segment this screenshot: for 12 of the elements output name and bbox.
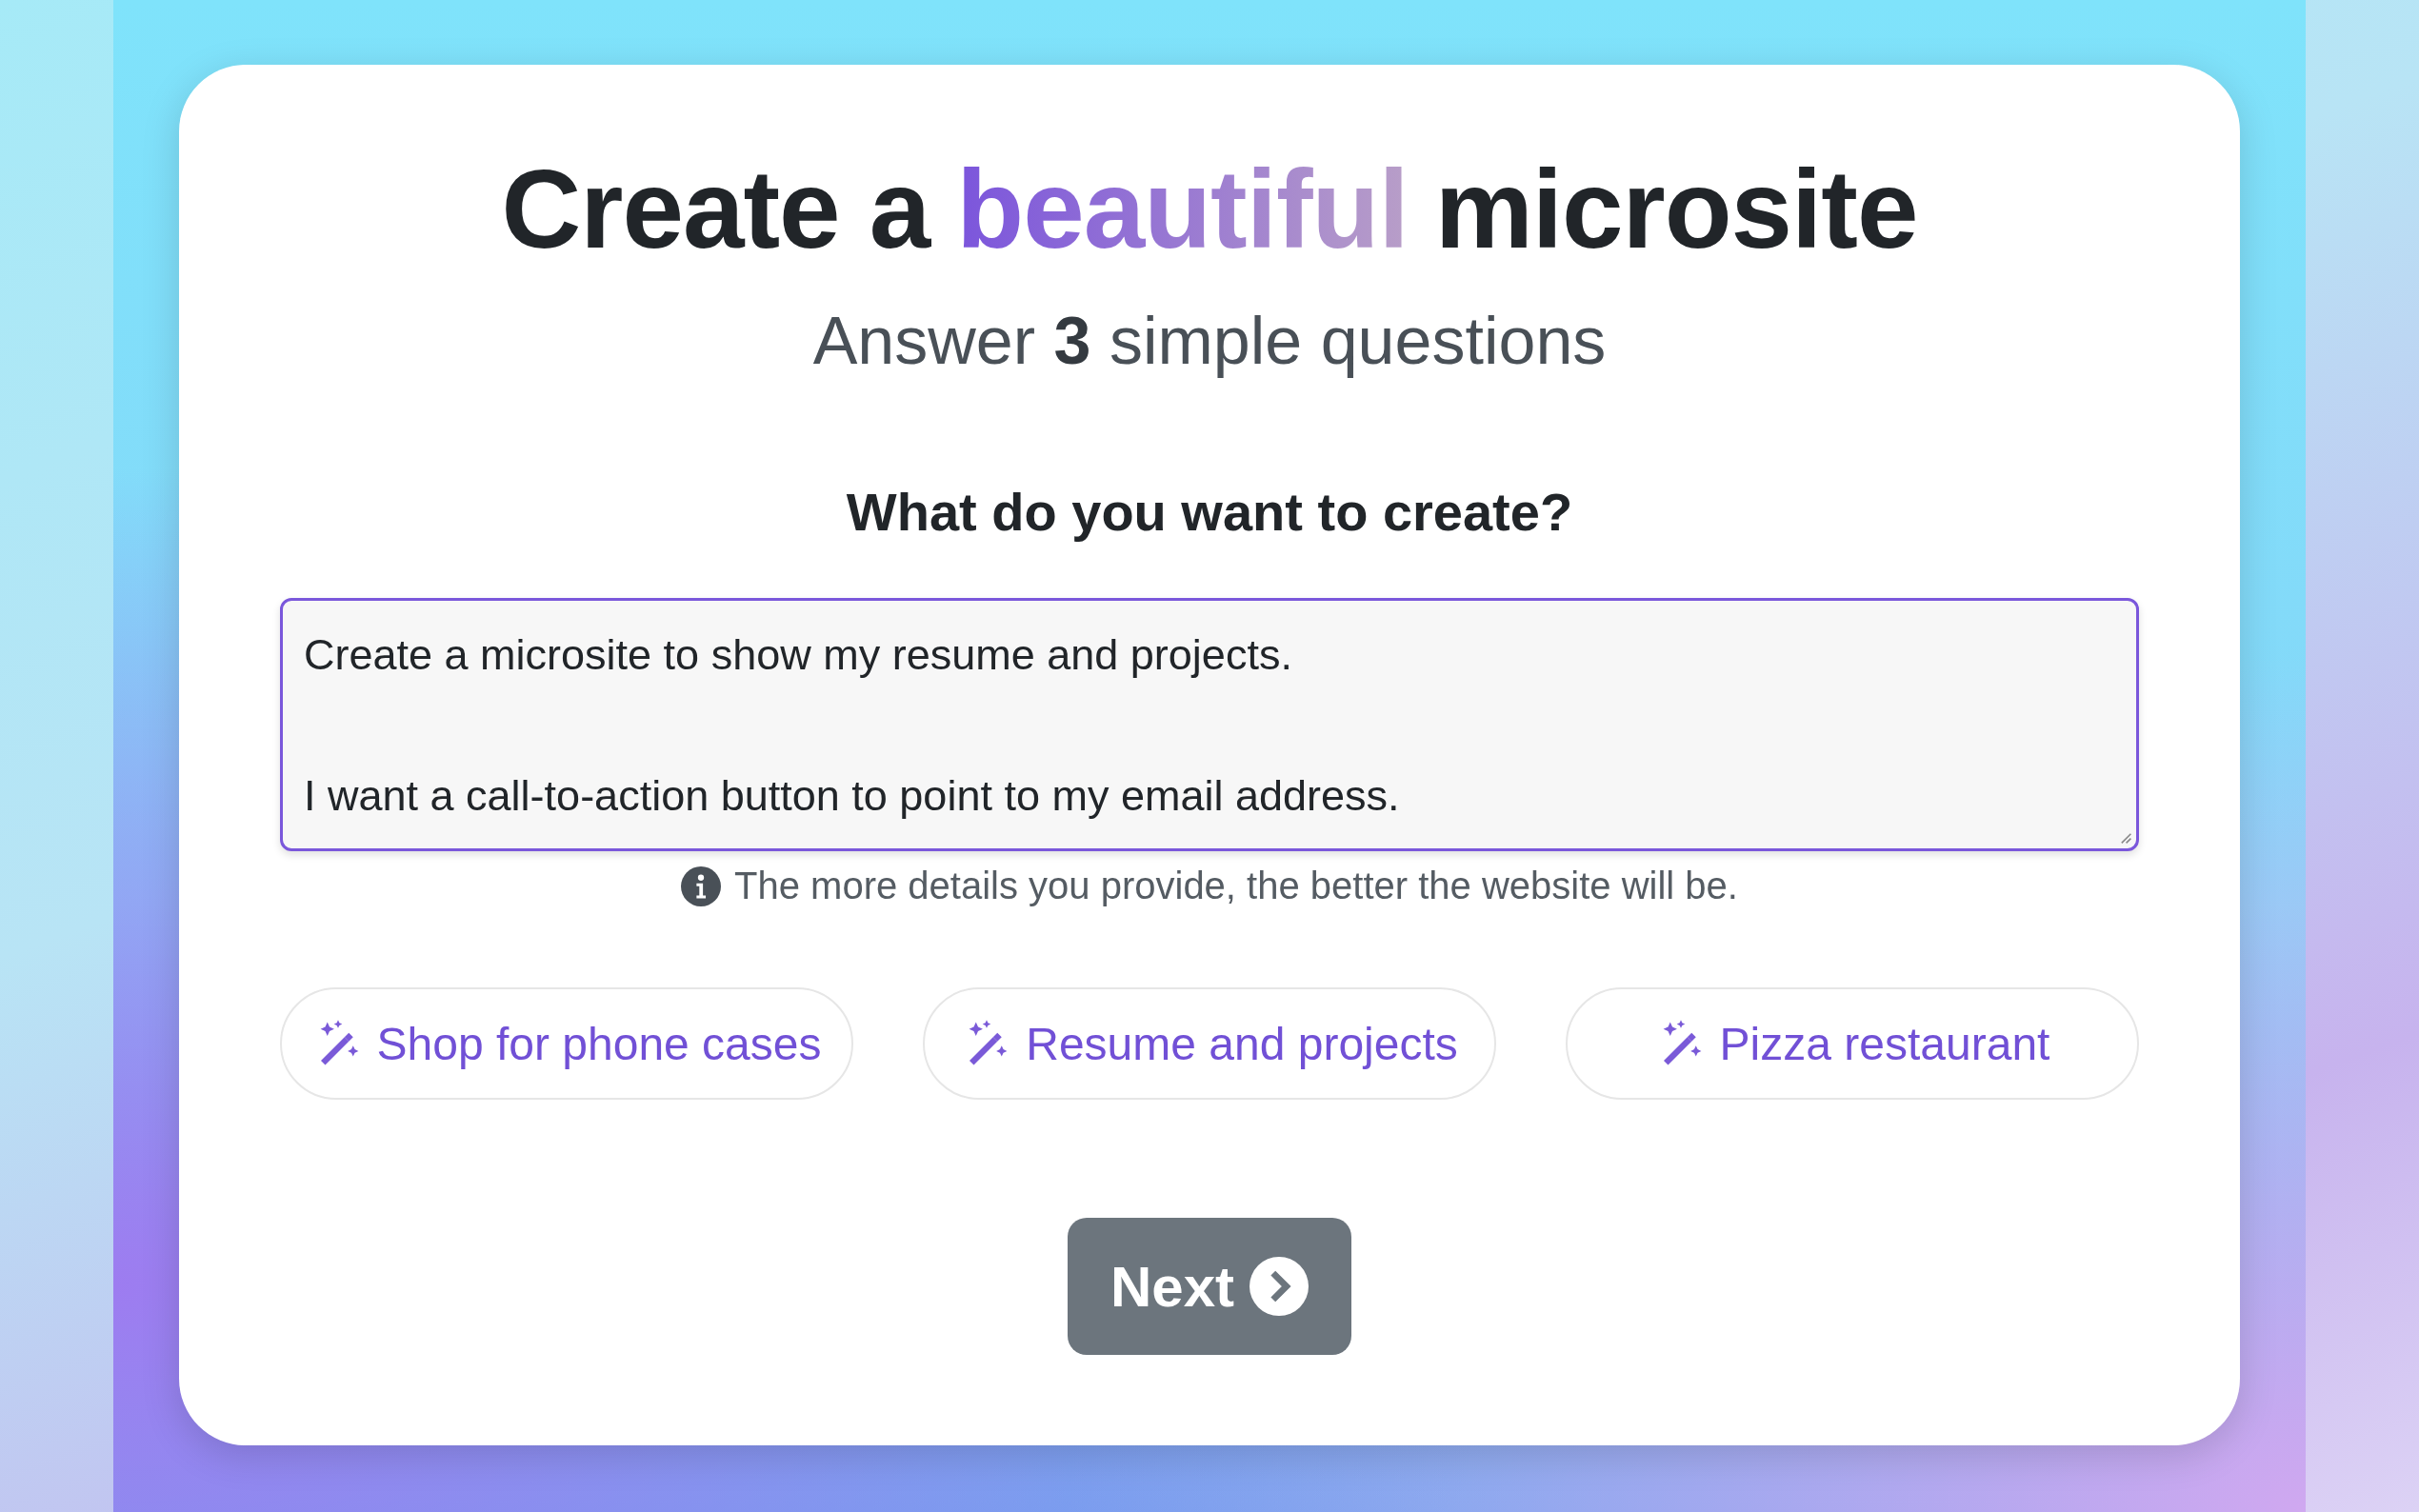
heading-text: Create a xyxy=(501,154,930,265)
suggestion-button[interactable]: Shop for phone cases xyxy=(280,987,853,1100)
hint-text: The more details you provide, the better the website will be. xyxy=(734,865,1738,907)
answer-field[interactable]: Create a microsite to show my resume and projects. I want a call-to-action button to point to my email address. xyxy=(280,598,2139,851)
question-label: What do you want to create? xyxy=(846,481,1573,543)
heading-text: microsite xyxy=(1434,154,1918,265)
suggestion-button[interactable]: Pizza restaurant xyxy=(1566,987,2139,1100)
suggestion-button[interactable]: Resume and projects xyxy=(923,987,1496,1100)
info-icon xyxy=(681,865,722,906)
subheading: Answer 3 simple questions xyxy=(812,305,1607,378)
chevron-right-icon xyxy=(1249,1257,1309,1316)
next-button[interactable]: Next xyxy=(1068,1218,1351,1355)
